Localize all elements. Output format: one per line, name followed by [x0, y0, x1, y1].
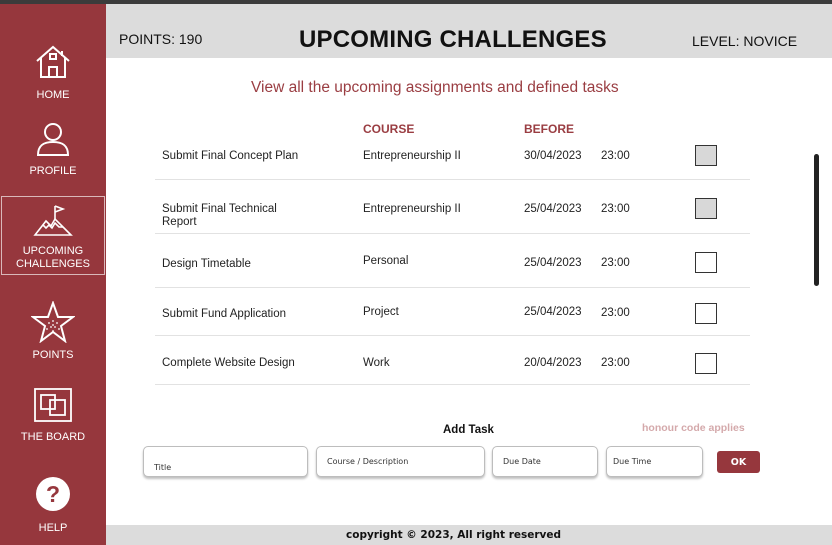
sidebar: HOME PROFILE UPCOMING CHALLENGES POINTS [0, 4, 106, 545]
ok-button[interactable]: OK [717, 451, 760, 473]
points-display: POINTS: 190 [119, 31, 203, 47]
task-checkbox[interactable] [695, 353, 717, 374]
sidebar-item-label: POINTS [32, 349, 74, 361]
sidebar-item-label: UPCOMING CHALLENGES [16, 245, 90, 270]
page-subtitle: View all the upcoming assignments and de… [251, 79, 619, 96]
task-date: 30/04/2023 [524, 150, 582, 162]
table-row: Submit Fund Application Project 25/04/20… [155, 288, 750, 336]
table-row: Submit Final Technical Report Entreprene… [155, 180, 750, 234]
title-input[interactable] [143, 446, 308, 477]
task-name: Submit Final Technical Report [162, 203, 277, 228]
help-icon: ? [36, 477, 70, 511]
task-course: Work [363, 357, 390, 369]
home-icon [36, 45, 70, 78]
task-time: 23:00 [601, 150, 630, 162]
sidebar-item-upcoming-challenges[interactable]: UPCOMING CHALLENGES [1, 196, 105, 275]
column-header-course: COURSE [363, 122, 415, 136]
sidebar-item-profile[interactable]: PROFILE [0, 121, 106, 178]
star-icon [31, 301, 75, 343]
task-course: Entrepreneurship II [363, 150, 461, 162]
task-name: Submit Fund Application [162, 308, 287, 320]
mountain-flag-icon [33, 205, 73, 236]
sidebar-item-the-board[interactable]: THE BOARD [0, 387, 106, 444]
table-row: Design Timetable Personal 25/04/2023 23:… [155, 234, 750, 288]
sidebar-item-label: PROFILE [29, 165, 77, 177]
task-date: 25/04/2023 [524, 203, 582, 215]
add-task-heading: Add Task [443, 424, 494, 436]
board-icon [34, 388, 72, 422]
column-header-before: BEFORE [524, 122, 575, 136]
task-checkbox[interactable] [695, 145, 717, 166]
task-time: 23:00 [601, 257, 630, 269]
task-course: Entrepreneurship II [363, 203, 461, 215]
task-name: Complete Website Design [162, 357, 295, 369]
task-checkbox[interactable] [695, 198, 717, 219]
task-date: 25/04/2023 [524, 257, 582, 269]
sidebar-item-home[interactable]: HOME [0, 42, 106, 102]
svg-text:?: ? [46, 481, 60, 507]
honour-code-note: honour code applies [642, 422, 745, 434]
footer: copyright © 2023, All right reserved [106, 525, 832, 545]
task-date: 20/04/2023 [524, 357, 582, 369]
table-row: Complete Website Design Work 20/04/2023 … [155, 336, 750, 385]
sidebar-item-label: THE BOARD [20, 431, 86, 443]
task-name: Design Timetable [162, 258, 251, 270]
task-time: 23:00 [601, 307, 630, 319]
table-row: Submit Final Concept Plan Entrepreneursh… [155, 142, 750, 180]
user-icon [36, 123, 70, 156]
task-time: 23:00 [601, 357, 630, 369]
course-description-input[interactable] [316, 446, 485, 477]
copyright-text: copyright © 2023, All right reserved [346, 529, 562, 541]
task-course: Project [363, 306, 399, 318]
sidebar-item-label: HOME [36, 89, 70, 101]
task-checkbox[interactable] [695, 252, 717, 273]
page-title: UPCOMING CHALLENGES [299, 26, 607, 53]
task-course: Personal [363, 255, 409, 267]
task-date: 25/04/2023 [524, 306, 582, 318]
level-display: LEVEL: NOVICE [692, 33, 798, 49]
sidebar-item-points[interactable]: POINTS [0, 301, 106, 362]
task-name: Submit Final Concept Plan [162, 150, 299, 162]
due-time-input[interactable] [606, 446, 703, 477]
sidebar-item-label: HELP [38, 522, 68, 534]
scrollbar[interactable] [814, 154, 819, 286]
task-time: 23:00 [601, 203, 630, 215]
sidebar-item-help[interactable]: ? HELP [0, 476, 106, 535]
due-date-input[interactable] [492, 446, 598, 477]
task-checkbox[interactable] [695, 303, 717, 324]
header-bar: POINTS: 190 UPCOMING CHALLENGES LEVEL: N… [106, 4, 832, 58]
